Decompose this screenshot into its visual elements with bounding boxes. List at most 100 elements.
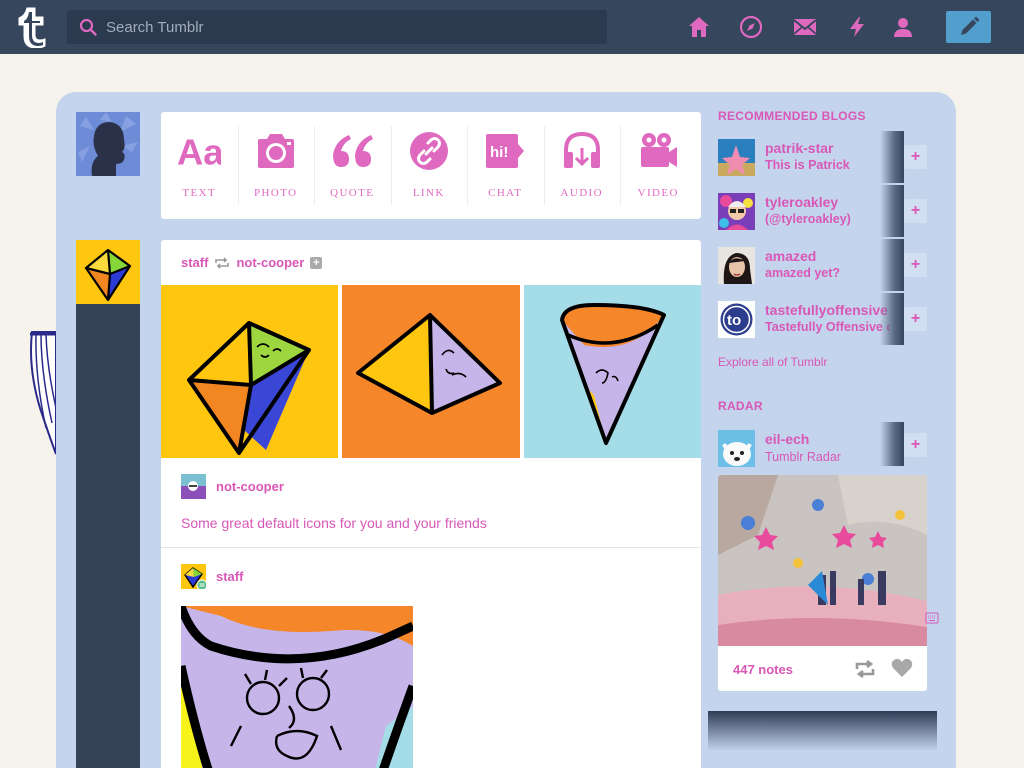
account-person-icon[interactable] — [891, 15, 915, 39]
reblogged-from-link[interactable]: not-cooper — [236, 255, 304, 270]
post-type-chat[interactable]: hi! CHAT — [467, 112, 544, 219]
user-avatar[interactable] — [76, 112, 140, 176]
post-header: staff not-cooper + — [181, 255, 323, 270]
follow-button[interactable]: + — [904, 433, 927, 457]
photo-kite-blue[interactable] — [524, 285, 701, 458]
recommended-blog-item[interactable]: amazed amazed yet? + — [708, 239, 928, 291]
svg-text:to: to — [727, 312, 741, 329]
recommended-blog-item[interactable]: tyleroakley (@tyleroakley) + — [708, 185, 928, 237]
radar-post-image[interactable] — [718, 475, 927, 646]
amazed-avatar — [718, 247, 755, 284]
post-type-label: TEXT — [182, 187, 217, 199]
follow-button[interactable]: + — [904, 307, 927, 331]
blog-title: Tastefully Offensive c — [765, 320, 890, 334]
post-type-audio[interactable]: AUDIO — [543, 112, 621, 219]
post-type-label: QUOTE — [330, 187, 375, 199]
second-author-row: staff — [161, 548, 701, 604]
not-cooper-avatar[interactable] — [181, 473, 206, 499]
post-type-label: LINK — [412, 187, 445, 199]
reblog-icon[interactable] — [854, 659, 876, 679]
post-large-photo[interactable] — [181, 606, 413, 768]
chat-bubble-icon: hi! — [483, 131, 527, 171]
reblog-source-row: not-cooper — [161, 458, 701, 514]
radar-blog-item[interactable]: eil-ech Tumblr Radar + — [708, 422, 928, 472]
recommended-blogs-title: RECOMMENDED BLOGS — [718, 109, 866, 123]
post-type-text[interactable]: Aa TEXT — [161, 112, 238, 219]
post-type-label: CHAT — [488, 187, 523, 199]
second-author-name[interactable]: staff — [216, 569, 243, 584]
compose-button[interactable] — [946, 11, 991, 43]
post-type-video[interactable]: VIDEO — [620, 112, 697, 219]
recommended-blog-item[interactable]: to tastefullyoffensive Tastefully Offens… — [708, 293, 928, 345]
radar-post-card: 447 notes — [718, 475, 927, 691]
headphones-icon — [560, 131, 604, 171]
photo-kite-yellow[interactable] — [161, 285, 338, 458]
post-type-photo[interactable]: PHOTO — [237, 112, 315, 219]
post-type-quote[interactable]: QUOTE — [314, 112, 391, 219]
post-type-link[interactable]: LINK — [390, 112, 468, 219]
tyleroakley-avatar — [718, 193, 755, 230]
video-camera-icon — [636, 131, 680, 171]
post-card: staff not-cooper + not-cooper Some great… — [161, 240, 701, 768]
notes-count[interactable]: 447 notes — [733, 662, 793, 677]
post-caption: Some great default icons for you and you… — [181, 515, 487, 531]
fade-overlay — [880, 422, 904, 466]
heart-like-icon[interactable] — [891, 658, 913, 678]
follow-button[interactable]: + — [904, 145, 927, 169]
camera-icon — [254, 131, 298, 171]
follow-plus-icon[interactable]: + — [310, 256, 323, 269]
post-type-label: PHOTO — [254, 187, 298, 199]
top-bar — [0, 0, 1024, 54]
follow-button[interactable]: + — [904, 199, 927, 223]
staff-mini-avatar[interactable] — [181, 563, 206, 589]
fade-overlay — [880, 131, 904, 183]
fade-overlay — [880, 239, 904, 291]
sidebar-bottom-fade — [708, 711, 937, 751]
fade-overlay — [880, 185, 904, 237]
post-type-label: VIDEO — [637, 187, 679, 199]
post-avatar-column — [76, 240, 140, 768]
blog-name: patrik-star — [765, 140, 834, 156]
svg-text:hi!: hi! — [490, 144, 508, 161]
post-body: not-cooper Some great default icons for … — [161, 458, 701, 604]
radar-blog-name: eil-ech — [765, 431, 810, 447]
post-type-label: AUDIO — [560, 187, 603, 199]
fade-overlay — [880, 293, 904, 345]
blog-name: tastefullyoffensive — [765, 302, 888, 318]
recommended-blog-item[interactable]: patrik-star This is Patrick + — [708, 131, 928, 183]
blog-title: (@tyleroakley) — [765, 212, 851, 226]
staff-avatar[interactable] — [76, 240, 140, 304]
tumblr-logo-icon[interactable] — [17, 6, 51, 48]
explore-compass-icon[interactable] — [739, 15, 763, 39]
blog-title: amazed yet? — [765, 266, 841, 280]
post-composer: Aa TEXT PHOTO QUOTE LINK hi! CHAT AUDIO … — [161, 112, 701, 219]
search-icon — [79, 18, 97, 36]
activity-lightning-icon[interactable] — [845, 15, 869, 39]
text-aa-icon: Aa — [177, 131, 221, 171]
home-icon[interactable] — [687, 15, 711, 39]
background-doodle — [30, 331, 57, 455]
photo-kite-orange[interactable] — [342, 285, 520, 458]
photoset — [161, 285, 701, 458]
inbox-mail-icon[interactable] — [793, 15, 817, 39]
reblog-icon — [215, 256, 230, 269]
tastefullyoffensive-avatar: to — [718, 301, 755, 338]
keyboard-shortcuts-icon[interactable] — [925, 611, 939, 625]
post-author-link[interactable]: staff — [181, 255, 208, 270]
blog-title: This is Patrick — [765, 158, 850, 172]
pencil-icon — [960, 16, 979, 35]
reblog-source-name[interactable]: not-cooper — [216, 479, 284, 494]
svg-text:Aa: Aa — [177, 131, 221, 171]
follow-button[interactable]: + — [904, 253, 927, 277]
search-input[interactable] — [106, 18, 586, 36]
patrik-star-avatar — [718, 139, 755, 176]
eil-ech-avatar — [718, 430, 755, 467]
quote-icon — [330, 131, 374, 171]
radar-blog-sub: Tumblr Radar — [765, 450, 841, 464]
search-bar[interactable] — [67, 10, 607, 44]
blog-name: amazed — [765, 248, 817, 264]
link-icon — [407, 131, 451, 171]
explore-all-link[interactable]: Explore all of Tumblr — [718, 355, 827, 369]
radar-title: RADAR — [718, 399, 763, 413]
blog-name: tyleroakley — [765, 194, 839, 210]
